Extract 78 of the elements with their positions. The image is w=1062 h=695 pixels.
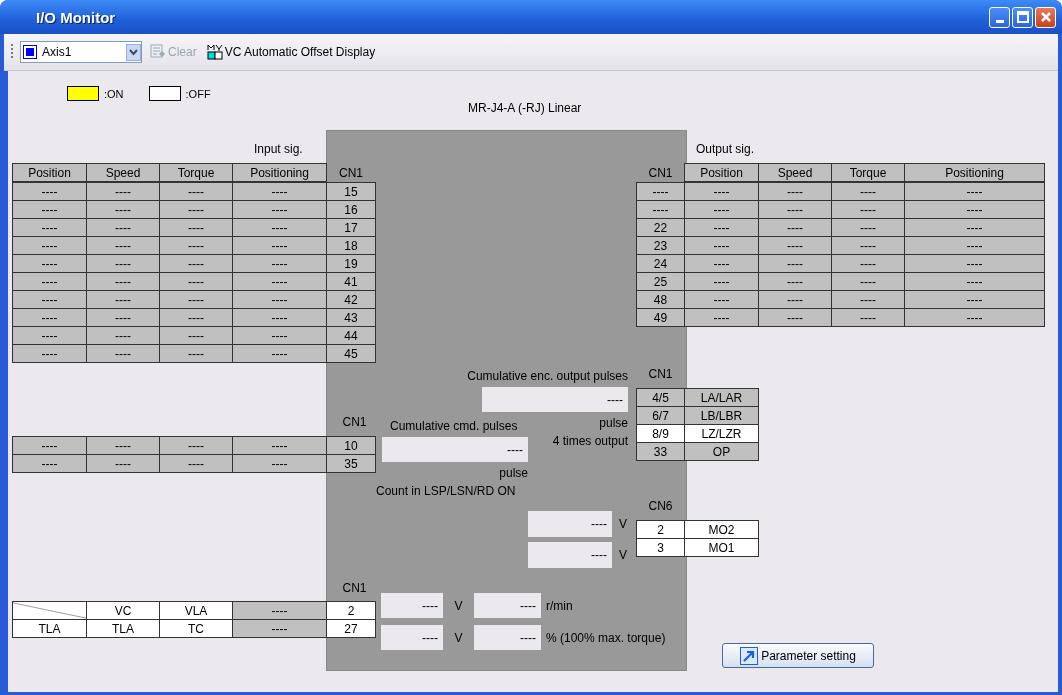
note-label: Count in LSP/LSN/RD ON [376, 484, 516, 498]
enc-pulses-field: ---- [482, 387, 628, 412]
signal-cell: ---- [232, 619, 327, 638]
signal-cell: ---- [758, 308, 832, 327]
legend-label: :ON [104, 87, 124, 100]
maximize-icon [1015, 10, 1030, 24]
output-label: Output sig. [696, 142, 755, 156]
connector-label: CN1 [338, 164, 364, 182]
legend-label: :OFF [185, 87, 211, 100]
enc-pulses-label: Cumulative enc. output pulses [467, 369, 628, 383]
minimize-button[interactable] [989, 6, 1010, 28]
column-header: Position [12, 163, 87, 182]
column-header: Positioning [232, 163, 327, 182]
pin-cell: 45 [326, 344, 376, 363]
voltage-field: ---- [381, 625, 443, 650]
input-label: Input sig. [254, 142, 303, 156]
model-name: MR-J4-A (-RJ) Linear [468, 101, 582, 115]
unit-label: r/min [546, 598, 573, 613]
signal-cell: ---- [86, 344, 160, 363]
cmd-pulses-label: Cumulative cmd. pulses [390, 419, 518, 433]
connector-label: CN1 [341, 415, 368, 429]
value-field: ---- [474, 593, 541, 618]
signal-cell: TC [159, 619, 233, 638]
caret-icon[interactable] [126, 43, 141, 61]
signal-cell: ---- [232, 454, 327, 473]
square-icon [23, 45, 37, 59]
pin-cell: 3 [636, 538, 685, 557]
signal-cell: ---- [159, 344, 233, 363]
window-title: I/O Monitor [36, 8, 116, 26]
unit-label: V [453, 598, 464, 613]
signal-cell: ---- [684, 308, 759, 327]
column-header: Torque [159, 163, 233, 182]
unit-label: % (100% max. torque) [546, 630, 666, 645]
connector-label: CN1 [647, 164, 674, 182]
connector-label: CN1 [341, 581, 368, 595]
signal-cell: ---- [86, 454, 160, 473]
pin-cell: 35 [326, 454, 376, 473]
signal-cell: ---- [12, 454, 87, 473]
minimize-icon [995, 19, 1004, 23]
signal-cell: ---- [904, 308, 1045, 327]
close-icon [1038, 10, 1053, 24]
cmd-pulses-field: ---- [382, 437, 528, 462]
parameter-setting-button[interactable]: Parameter setting [722, 643, 874, 668]
column-header: Position [684, 163, 759, 182]
maximize-button[interactable] [1012, 6, 1033, 28]
monitor-icon [206, 44, 223, 60]
signal-cell: ---- [159, 454, 233, 473]
pin-cell: 49 [636, 308, 685, 327]
column-header: Positioning [904, 163, 1045, 182]
axis-value: Axis1 [42, 45, 73, 59]
voltage-field: ---- [528, 511, 612, 537]
axis-dropdown[interactable]: Axis1 [20, 41, 142, 63]
column-header: Speed [86, 163, 160, 182]
column-header: Speed [758, 163, 832, 182]
signal-cell: ---- [232, 344, 327, 363]
signal-cell: MO1 [684, 538, 759, 557]
voltage-field: ---- [528, 542, 612, 568]
value-field: ---- [474, 625, 541, 650]
voltage-field: ---- [381, 593, 443, 618]
unit-label: V [619, 517, 627, 531]
signal-cell: ---- [12, 344, 87, 363]
signal-cell: TLA [86, 619, 160, 638]
close-button[interactable] [1035, 6, 1056, 28]
clear-icon [150, 44, 166, 60]
connector-label: CN1 [647, 367, 674, 381]
signal-cell: ---- [831, 308, 905, 327]
unit-label: V [619, 548, 627, 562]
pin-cell: 33 [636, 442, 685, 461]
unit-label: pulse [599, 416, 628, 430]
signal-cell: OP [684, 442, 759, 461]
signal-cell: TLA [12, 619, 87, 638]
note-label: 4 times output [552, 434, 628, 448]
column-header: Torque [831, 163, 905, 182]
pin-cell: 27 [326, 619, 376, 638]
offset-display-button[interactable]: VC Automatic Offset Display [204, 44, 378, 60]
connector-label: CN6 [647, 499, 674, 513]
unit-label: V [453, 630, 464, 645]
unit-label: pulse [499, 466, 528, 480]
